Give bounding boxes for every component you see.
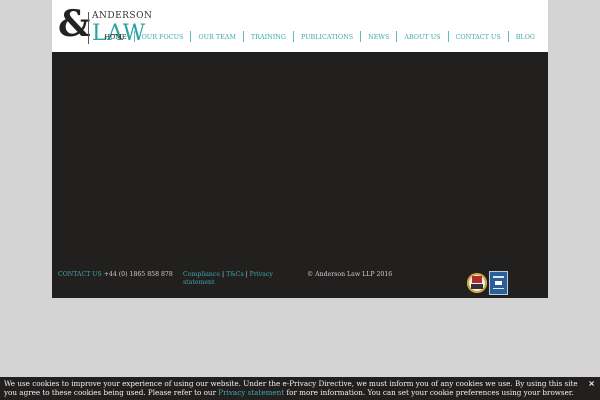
link-separator: | — [222, 271, 225, 278]
close-icon[interactable]: × — [588, 379, 595, 388]
badge-band — [471, 284, 483, 289]
badge-emblem — [472, 276, 482, 283]
nav-item-about-us[interactable]: ABOUT US — [397, 32, 447, 42]
main-nav: HOME OUR FOCUS OUR TEAM TRAINING PUBLICA… — [98, 31, 542, 42]
footer-contact-link[interactable]: CONTACT US — [58, 271, 102, 278]
logo-ampersand: & — [58, 3, 91, 45]
nav-item-publications[interactable]: PUBLICATIONS — [294, 32, 360, 42]
badge-line — [493, 288, 504, 289]
terms-link[interactable]: T&Cs — [226, 271, 244, 278]
accreditation-badge-icon[interactable] — [467, 273, 487, 293]
footer: CONTACT US +44 (0) 1865 858 878 Complian… — [52, 266, 548, 298]
cookie-banner: We use cookies to improve your experienc… — [0, 377, 600, 400]
cookie-privacy-link[interactable]: Privacy statement — [218, 388, 284, 397]
nav-item-news[interactable]: NEWS — [361, 32, 396, 42]
logo-divider — [88, 12, 89, 44]
nav-item-our-team[interactable]: OUR TEAM — [191, 32, 243, 42]
badge-line — [493, 276, 504, 278]
legal-directory-badge-icon[interactable] — [489, 271, 508, 295]
header: & ANDERSON LAW HOME OUR FOCUS OUR TEAM T… — [52, 0, 548, 52]
copyright: © Anderson Law LLP 2016 — [307, 271, 393, 278]
nav-item-home[interactable]: HOME — [98, 32, 134, 42]
cookie-message: We use cookies to improve your experienc… — [4, 379, 580, 397]
cookie-text-end: for more information. You can set your c… — [284, 388, 574, 398]
nav-item-blog[interactable]: BLOG — [509, 32, 542, 42]
nav-item-contact-us[interactable]: CONTACT US — [449, 32, 508, 42]
link-separator: | — [245, 271, 248, 278]
compliance-link[interactable]: Compliance — [183, 271, 220, 278]
hero-banner — [52, 52, 548, 266]
nav-item-training[interactable]: TRAINING — [244, 32, 293, 42]
footer-phone: +44 (0) 1865 858 878 — [103, 271, 173, 278]
footer-links: Compliance | T&Cs | Privacy statement — [183, 271, 283, 287]
nav-item-our-focus[interactable]: OUR FOCUS — [135, 32, 191, 42]
footer-contact: CONTACT US +44 (0) 1865 858 878 — [58, 271, 173, 278]
badge-mark — [495, 281, 502, 285]
page-container: & ANDERSON LAW HOME OUR FOCUS OUR TEAM T… — [52, 0, 548, 298]
